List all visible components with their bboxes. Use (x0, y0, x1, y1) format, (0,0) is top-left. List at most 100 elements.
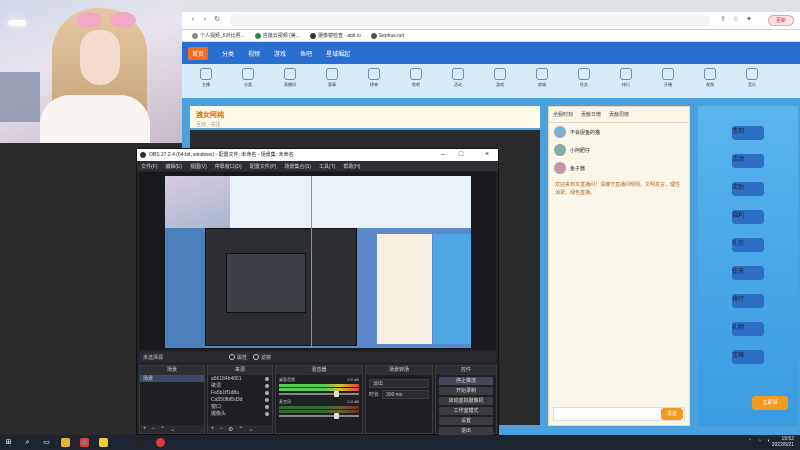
category-item[interactable]: 视频 (692, 68, 728, 94)
transition-select[interactable]: 淡出 (369, 379, 429, 388)
promo-claim-button[interactable]: 立即领 (752, 396, 788, 410)
menu-file[interactable]: 文件(F) (141, 163, 157, 170)
category-item[interactable]: 音乐 (734, 68, 770, 94)
send-button[interactable]: 发送 (661, 408, 683, 420)
chevron-up-icon[interactable]: ⌃ (748, 438, 752, 444)
forward-arrow-icon[interactable]: › (200, 15, 210, 25)
gear-icon[interactable]: ⚙ (228, 426, 233, 433)
nav-category[interactable]: 分类 (222, 49, 234, 58)
nav-star[interactable]: 星域崛起 (326, 49, 350, 58)
exit-button[interactable]: 退出 (439, 427, 493, 435)
bookmark-item[interactable]: 吉莲云视频 (美... (254, 32, 300, 39)
virtual-camera-button[interactable]: 启动虚拟摄像机 (439, 397, 493, 405)
volume-slider[interactable] (279, 413, 359, 419)
nav-video[interactable]: 视频 (248, 49, 260, 58)
source-item[interactable]: 摄像头 (208, 410, 272, 417)
menu-profile[interactable]: 配置文件(P) (250, 163, 277, 170)
category-item[interactable]: 排行 (608, 68, 644, 94)
slider-knob[interactable] (334, 391, 339, 397)
source-item[interactable]: a56184b4651 (208, 375, 272, 382)
menu-docks[interactable]: 停靠窗口(D) (215, 163, 242, 170)
source-item[interactable]: Ca550fbf5d3d (208, 396, 272, 403)
remove-icon[interactable]: − (220, 426, 224, 432)
remove-icon[interactable]: − (152, 426, 156, 432)
promo-badge[interactable]: 礼物 (732, 322, 764, 336)
volume-icon[interactable]: ◖ (767, 438, 770, 444)
eye-icon[interactable] (265, 397, 269, 402)
rank-user[interactable]: 不会捉鱼的猫 (549, 123, 689, 141)
promo-badge[interactable]: 任务 (732, 266, 764, 280)
duration-field[interactable]: 300 ms (382, 390, 429, 399)
category-item[interactable]: 商城 (524, 68, 560, 94)
promo-badge[interactable]: 福利 (732, 210, 764, 224)
promo-badge[interactable]: 宝箱 (732, 350, 764, 364)
rank-user[interactable]: 鱼子酱 (549, 159, 689, 177)
minimize-icon[interactable]: – (435, 149, 451, 161)
rank-user[interactable]: 小阿肥仔 (549, 141, 689, 159)
stop-streaming-button[interactable]: 停止推流 (439, 377, 493, 385)
extensions-icon[interactable]: ✦ (744, 15, 754, 25)
up-arrow-icon[interactable]: ⌃ (238, 426, 243, 433)
add-icon[interactable]: + (211, 426, 215, 432)
back-arrow-icon[interactable]: ‹ (188, 15, 198, 25)
nav-fishbar[interactable]: 鱼吧 (300, 49, 312, 58)
category-item[interactable]: 任务 (566, 68, 602, 94)
eye-icon[interactable] (265, 411, 269, 416)
file-explorer-icon[interactable] (61, 438, 70, 447)
menu-scene-collection[interactable]: 场景集合(S) (284, 163, 311, 170)
system-clock[interactable]: 19:52 2022/6/21 (772, 436, 794, 448)
filters-button[interactable]: 滤镜 (253, 354, 271, 361)
promo-badge[interactable]: 活动 (732, 154, 764, 168)
category-item[interactable]: 分类 (230, 68, 266, 94)
share-icon[interactable]: ⇪ (718, 15, 728, 25)
obs-icon[interactable] (137, 438, 146, 447)
task-view-icon[interactable]: ▭ (42, 438, 51, 447)
nav-game[interactable]: 游戏 (274, 49, 286, 58)
start-recording-button[interactable]: 开始录制 (439, 387, 493, 395)
settings-button[interactable]: 设置 (439, 417, 493, 425)
studio-mode-button[interactable]: 工作室模式 (439, 407, 493, 415)
windows-start-icon[interactable]: ⊞ (4, 438, 13, 447)
properties-button[interactable]: 属性 (229, 354, 247, 361)
source-item[interactable]: 窗口 (208, 403, 272, 410)
promo-badge[interactable]: 礼包 (732, 238, 764, 252)
menu-view[interactable]: 视图(V) (190, 163, 207, 170)
bookmark-star-icon[interactable]: ☆ (731, 15, 741, 25)
volume-slider[interactable] (279, 391, 359, 397)
maximize-icon[interactable]: □ (453, 149, 469, 161)
obs-preview[interactable] (139, 172, 496, 350)
search-icon[interactable]: ⌕ (23, 438, 32, 447)
menu-tools[interactable]: 工具(T) (319, 163, 335, 170)
promo-badge[interactable]: 奖励 (732, 182, 764, 196)
update-button[interactable]: 更新 (768, 15, 794, 26)
category-item[interactable]: 开播 (650, 68, 686, 94)
category-item[interactable]: 直播间 (272, 68, 308, 94)
netease-music-icon[interactable] (156, 438, 165, 447)
slider-knob[interactable] (334, 413, 339, 419)
bookmark-item[interactable]: 摄像镜检查 - abit.io (309, 32, 361, 39)
down-arrow-icon[interactable]: ⌄ (170, 426, 175, 433)
category-item[interactable]: 游戏 (482, 68, 518, 94)
close-icon[interactable]: × (479, 149, 495, 161)
menu-edit[interactable]: 编辑(E) (165, 163, 182, 170)
eye-icon[interactable] (265, 390, 269, 395)
source-item[interactable]: 歌词 (208, 382, 272, 389)
chat-tab[interactable]: 贡献日榜 (581, 111, 601, 118)
promo-badge[interactable]: 签到 (732, 126, 764, 140)
bookmark-item[interactable]: 个人视频_5对比照... (192, 32, 245, 39)
chat-tab[interactable]: 全服时刻 (553, 111, 573, 118)
nav-home[interactable]: 首页 (188, 46, 209, 60)
steam-icon[interactable] (118, 438, 127, 447)
eye-icon[interactable] (265, 383, 269, 388)
bookmark-item[interactable]: Sephus.net (370, 32, 404, 39)
scene-item[interactable]: 场景 (140, 375, 204, 382)
menu-help[interactable]: 帮助(H) (343, 163, 360, 170)
network-icon[interactable]: ◔ (758, 438, 761, 444)
notes-app-icon[interactable] (99, 438, 108, 447)
down-arrow-icon[interactable]: ⌄ (248, 426, 253, 433)
address-bar[interactable] (230, 15, 710, 27)
category-item[interactable]: 榜单 (356, 68, 392, 94)
promo-badge[interactable]: 排行 (732, 294, 764, 308)
source-item[interactable]: Fa5b1ff1d8a (208, 389, 272, 396)
eye-icon[interactable] (265, 376, 269, 381)
